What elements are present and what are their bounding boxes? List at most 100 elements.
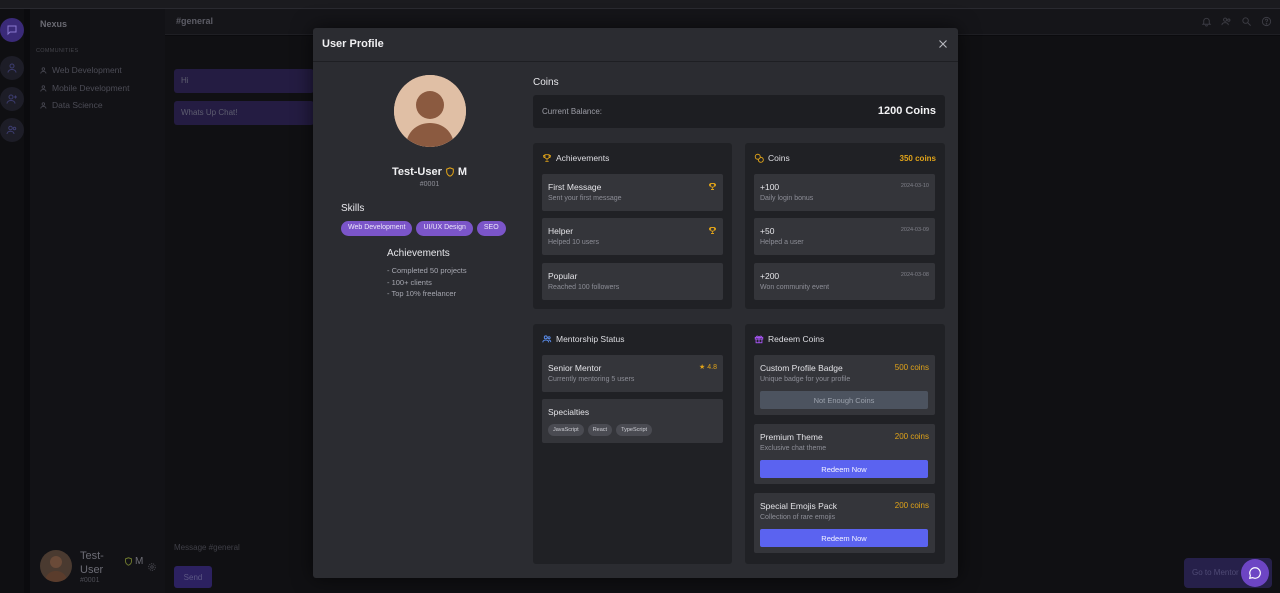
redeem-cost: 500 coins <box>894 363 929 372</box>
achievements-card: Achievements First Message Sent your fir… <box>533 143 732 309</box>
transaction-amount: +50 <box>760 226 775 236</box>
card-title: Redeem Coins <box>768 334 825 344</box>
redeem-now-button[interactable]: Redeem Now <box>760 529 928 547</box>
window-top-strip <box>0 0 1280 9</box>
mentor-status-item: Senior Mentor Currently mentoring 5 user… <box>542 355 723 392</box>
mentor-rating: ★ 4.8 <box>699 364 717 371</box>
search-icon[interactable] <box>1241 16 1252 27</box>
trophy-icon <box>709 227 716 234</box>
channel-title: #general <box>176 16 214 26</box>
header-actions <box>1201 16 1272 27</box>
achievement-title: Popular <box>548 271 578 281</box>
redeem-coins-card: Redeem Coins Custom Profile Badge Unique… <box>745 324 945 564</box>
shield-icon <box>446 167 454 177</box>
transaction-date: 2024-03-09 <box>900 227 929 233</box>
gift-icon <box>754 335 764 344</box>
transaction-description: Helped a user <box>760 239 804 246</box>
card-header: Achievements <box>542 152 723 164</box>
help-icon[interactable] <box>1261 16 1272 27</box>
bell-icon[interactable] <box>1201 16 1212 27</box>
user-badge-letter: M <box>135 556 144 567</box>
list-item: - 100+ clients <box>387 277 432 287</box>
user-tag: #0001 <box>80 577 100 584</box>
users-icon <box>6 125 17 135</box>
achievement-subtitle: Sent your first message <box>548 195 622 202</box>
coin-transaction: +200 Won community event 2024-03-08 <box>754 263 935 300</box>
chat-bubble-icon <box>1249 567 1261 579</box>
chat-message: Whats Up Chat! <box>174 101 314 125</box>
achievements-title: Achievements <box>387 248 450 259</box>
community-item-web-development[interactable]: Web Development <box>40 65 122 75</box>
redeem-now-button[interactable]: Redeem Now <box>760 460 928 478</box>
card-title: Mentorship Status <box>556 334 625 344</box>
achievement-item: First Message Sent your first message <box>542 174 723 211</box>
redeem-title: Premium Theme <box>760 432 823 442</box>
achievement-title: First Message <box>548 182 602 192</box>
list-item: - Top 10% freelancer <box>387 289 457 298</box>
rail-profile-button[interactable] <box>0 56 24 80</box>
community-sidebar: Nexus COMMUNITIES Web Development Mobile… <box>30 9 165 593</box>
server-rail <box>0 9 24 593</box>
skill-tag: SEO <box>476 221 506 236</box>
profile-tag: #0001 <box>419 181 440 188</box>
achievements-list: - Completed 50 projects - 100+ clients -… <box>387 265 467 300</box>
coins-total: 350 coins <box>899 153 936 163</box>
coins-card: Coins 350 coins +100 Daily login bonus 2… <box>745 143 945 309</box>
user-name: Test-User <box>80 550 104 576</box>
avatar <box>394 75 466 147</box>
balance-value: 1200 Coins <box>877 105 936 117</box>
send-button[interactable]: Send <box>174 566 212 588</box>
message-input[interactable]: Message #general <box>174 538 314 558</box>
transaction-description: Won community event <box>760 284 830 291</box>
chat-fab-button[interactable] <box>1241 559 1269 587</box>
close-icon[interactable] <box>937 38 949 50</box>
redeem-item: Custom Profile Badge Unique badge for yo… <box>754 355 935 415</box>
coin-transaction: +50 Helped a user 2024-03-09 <box>754 218 935 255</box>
community-item-data-science[interactable]: Data Science <box>40 100 103 110</box>
shield-icon <box>125 557 132 566</box>
avatar <box>40 550 72 582</box>
community-label: Mobile Development <box>52 83 130 93</box>
profile-column: Test-User M #0001 Skills Web Development… <box>313 62 528 578</box>
achievement-title: Helper <box>548 226 574 236</box>
community-label: Web Development <box>52 65 122 75</box>
specialties-list: JavaScript React TypeScript <box>548 424 653 436</box>
users-icon[interactable] <box>1221 16 1232 27</box>
mentorship-card: Mentorship Status Senior Mentor Currentl… <box>533 324 732 564</box>
specialties-title: Specialties <box>548 407 590 417</box>
card-header: Mentorship Status <box>542 333 723 345</box>
balance-bar: Current Balance: 1200 Coins <box>533 95 945 128</box>
modal-header: User Profile <box>313 28 958 62</box>
achievement-subtitle: Reached 100 followers <box>548 284 620 291</box>
profile-name-row: Test-User M <box>313 166 546 178</box>
users-icon <box>40 66 47 74</box>
redeem-cost: 200 coins <box>894 432 929 441</box>
community-item-mobile-development[interactable]: Mobile Development <box>40 83 129 93</box>
trophy-icon <box>709 183 716 190</box>
chat-bubble-icon <box>7 25 17 36</box>
transaction-description: Daily login bonus <box>760 195 814 202</box>
redeem-item: Premium Theme Exclusive chat theme 200 c… <box>754 424 935 484</box>
rail-groups-button[interactable] <box>0 118 24 142</box>
transaction-amount: +100 <box>760 182 780 192</box>
skill-tag: UI/UX Design <box>416 221 473 236</box>
coins-icon <box>754 153 764 163</box>
gear-icon[interactable] <box>147 562 157 572</box>
communities-label: COMMUNITIES <box>36 48 79 54</box>
current-user-panel[interactable]: Test-User #0001 M <box>38 547 163 593</box>
not-enough-coins-button[interactable]: Not Enough Coins <box>760 391 928 409</box>
transaction-amount: +200 <box>760 271 780 281</box>
trophy-icon <box>543 154 551 162</box>
rail-chat-button[interactable] <box>0 18 24 42</box>
user-profile-modal: User Profile Test-User M #0001 Skills We… <box>313 28 958 578</box>
list-item: - Completed 50 projects <box>387 266 467 275</box>
server-name: Nexus <box>40 19 68 29</box>
specialty-tag: React <box>587 424 613 436</box>
profile-name: Test-User <box>391 166 442 178</box>
achievement-subtitle: Helped 10 users <box>548 239 599 246</box>
mentor-status: Senior Mentor <box>548 363 602 373</box>
user-badge: M <box>124 556 143 567</box>
coins-section-title: Coins <box>533 77 559 88</box>
redeem-title: Custom Profile Badge <box>760 363 843 373</box>
rail-add-friend-button[interactable] <box>0 87 24 111</box>
